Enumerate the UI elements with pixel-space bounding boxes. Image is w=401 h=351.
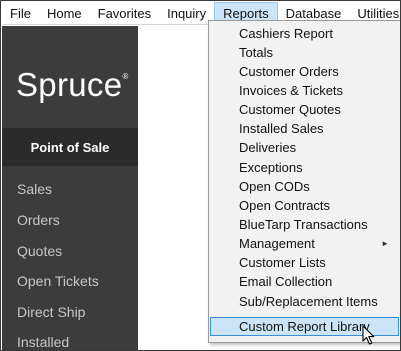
submenu-arrow-icon: ► <box>381 239 389 248</box>
menu-item-sub-replacement-items[interactable]: Sub/Replacement Items <box>210 292 399 311</box>
menu-item-invoices-tickets[interactable]: Invoices & Tickets <box>210 81 399 100</box>
menu-item-customer-quotes[interactable]: Customer Quotes <box>210 100 399 119</box>
nav-item-quotes[interactable]: Quotes <box>17 243 62 259</box>
menu-item-email-collection[interactable]: Email Collection <box>210 272 399 291</box>
nav-item-installed[interactable]: Installed <box>17 334 69 350</box>
logo-text: Spruce <box>16 66 123 103</box>
spruce-logo: Spruce® <box>16 66 129 104</box>
menu-item-bluetarp-transactions[interactable]: BlueTarp Transactions <box>210 215 399 234</box>
menu-item-customer-orders[interactable]: Customer Orders <box>210 62 399 81</box>
reports-dropdown-menu: Cashiers Report Totals Customer Orders I… <box>208 20 400 343</box>
menu-home[interactable]: Home <box>39 2 90 25</box>
menu-item-customer-lists[interactable]: Customer Lists <box>210 253 399 272</box>
menu-item-deliveries[interactable]: Deliveries <box>210 138 399 157</box>
nav-item-open-tickets[interactable]: Open Tickets <box>17 273 99 289</box>
nav-item-orders[interactable]: Orders <box>17 212 60 228</box>
menu-item-open-contracts[interactable]: Open Contracts <box>210 196 399 215</box>
mouse-pointer-icon <box>362 325 375 345</box>
section-title-label: Point of Sale <box>30 139 110 155</box>
menu-inquiry[interactable]: Inquiry <box>159 2 214 25</box>
menu-item-cashiers-report[interactable]: Cashiers Report <box>210 24 399 43</box>
registered-mark: ® <box>122 72 129 81</box>
nav-item-direct-ship[interactable]: Direct Ship <box>17 304 85 320</box>
menu-file[interactable]: File <box>2 2 39 25</box>
sidebar: Spruce® Point of Sale Sales Orders Quote… <box>2 26 138 350</box>
section-title: Point of Sale <box>2 128 138 166</box>
menu-item-totals[interactable]: Totals <box>210 43 399 62</box>
menu-item-open-cods[interactable]: Open CODs <box>210 177 399 196</box>
nav-item-sales[interactable]: Sales <box>17 181 52 197</box>
menu-item-exceptions[interactable]: Exceptions <box>210 158 399 177</box>
menu-item-management-label: Management <box>239 236 315 251</box>
menu-item-management[interactable]: Management ► <box>210 234 399 253</box>
menu-item-installed-sales[interactable]: Installed Sales <box>210 119 399 138</box>
menu-favorites[interactable]: Favorites <box>90 2 159 25</box>
app-window: File Home Favorites Inquiry Reports Data… <box>0 0 401 351</box>
